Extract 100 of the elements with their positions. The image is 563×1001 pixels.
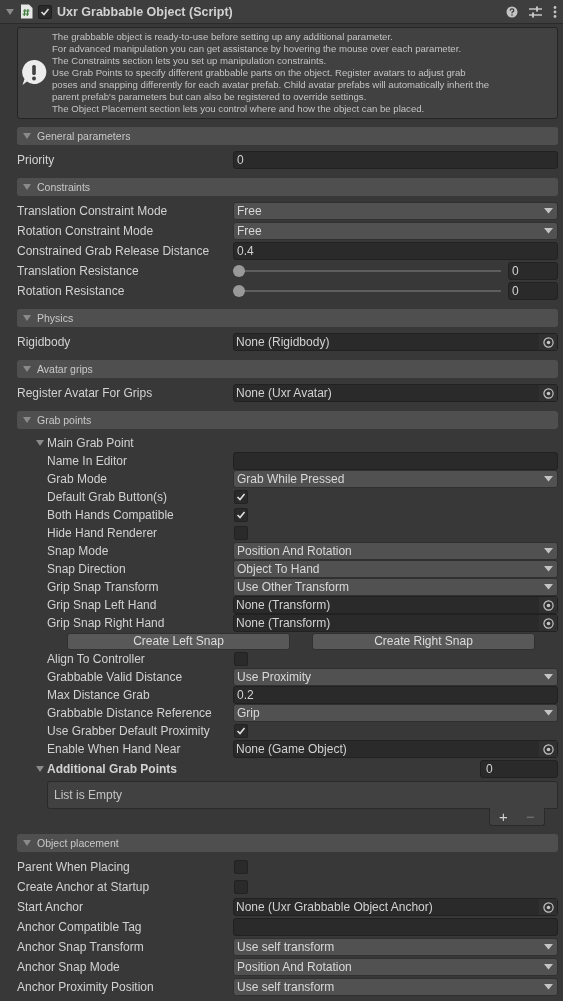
field-label: Register Avatar For Grips xyxy=(17,386,154,400)
object-picker-icon[interactable] xyxy=(542,599,554,611)
foldout-triangle-icon[interactable] xyxy=(35,764,45,774)
field-label: Grab Mode xyxy=(47,472,109,486)
field-label: Parent When Placing xyxy=(17,860,131,874)
field-label: Priority xyxy=(17,153,56,167)
object-field[interactable]: None (Transform) xyxy=(233,614,558,632)
field-label: Rotation Resistance xyxy=(17,284,126,298)
dropdown[interactable]: Use Proximity xyxy=(233,668,558,686)
field-label: Rotation Constraint Mode xyxy=(17,224,155,238)
dropdown[interactable]: Free xyxy=(233,222,558,240)
help-icon[interactable] xyxy=(506,5,518,18)
list-title: Additional Grab Points xyxy=(47,762,178,776)
caret-icon xyxy=(544,710,553,716)
field-label: Create Anchor at Startup xyxy=(17,880,151,894)
field-label: Grip Snap Left Hand xyxy=(47,598,158,612)
field-label: Snap Mode xyxy=(47,544,110,558)
create-snap-button[interactable]: Create Right Snap xyxy=(312,632,535,650)
enabled-checkbox[interactable] xyxy=(38,4,52,19)
foldout-triangle-icon[interactable] xyxy=(35,438,45,448)
field-label: Rigidbody xyxy=(17,335,72,349)
field-label: Anchor Snap Mode xyxy=(17,960,121,974)
foldout-triangle-icon[interactable] xyxy=(22,313,32,323)
caret-icon xyxy=(544,476,553,482)
section-title: Grab points xyxy=(37,414,92,426)
object-field[interactable]: None (Uxr Avatar) xyxy=(233,384,558,402)
field-label: Hide Hand Renderer xyxy=(47,526,159,540)
number-field[interactable]: 0.4 xyxy=(233,242,558,260)
caret-icon xyxy=(544,566,553,572)
sliders-icon[interactable] xyxy=(529,5,542,18)
dropdown[interactable]: Use Other Transform xyxy=(233,578,558,596)
field-label: Grabbable Distance Reference xyxy=(47,706,213,720)
empty-list-text: List is Empty xyxy=(54,788,122,802)
dropdown[interactable]: Use self transform xyxy=(233,978,558,996)
dropdown[interactable]: Position And Rotation xyxy=(233,958,558,976)
object-picker-icon[interactable] xyxy=(542,743,554,755)
section-header[interactable]: Physics xyxy=(17,309,558,327)
field-label: Grip Snap Transform xyxy=(47,580,160,594)
text-field[interactable] xyxy=(233,452,558,470)
number-field[interactable]: 0 xyxy=(508,282,558,300)
caret-icon xyxy=(544,584,553,590)
section-title: Object placement xyxy=(37,837,119,849)
section-header[interactable]: Object placement xyxy=(17,834,558,852)
dropdown[interactable]: Free xyxy=(233,202,558,220)
checkbox[interactable] xyxy=(234,508,248,522)
slider-thumb[interactable] xyxy=(233,285,245,297)
add-button[interactable]: + xyxy=(496,809,511,824)
checkbox[interactable] xyxy=(234,490,248,504)
number-field[interactable]: 0.2 xyxy=(233,686,558,704)
field-label: Snap Direction xyxy=(47,562,127,576)
foldout-triangle-icon[interactable] xyxy=(22,838,32,848)
dropdown[interactable]: Grip xyxy=(233,704,558,722)
foldout-triangle-icon[interactable] xyxy=(22,182,32,192)
object-picker-icon[interactable] xyxy=(542,617,554,629)
object-field[interactable]: None (Uxr Grabbable Object Anchor) xyxy=(233,898,558,916)
object-field[interactable]: None (Transform) xyxy=(233,596,558,614)
dropdown[interactable]: Grab While Pressed xyxy=(233,470,558,488)
caret-icon xyxy=(544,674,553,680)
caret-icon xyxy=(544,548,553,554)
foldout-triangle-icon[interactable] xyxy=(22,415,32,425)
foldout-triangle-icon[interactable] xyxy=(22,364,32,374)
section-header[interactable]: General parameters xyxy=(17,127,558,145)
object-field[interactable]: None (Game Object) xyxy=(233,740,558,758)
field-label: Max Distance Grab xyxy=(47,688,151,702)
field-label: Constrained Grab Release Distance xyxy=(17,244,211,258)
slider-thumb[interactable] xyxy=(233,265,245,277)
help-text: The grabbable object is ready-to-use before setting up any additional parameter. For advanced manipulation you can get assistance by hovering the mouse over each parameter. The Constraints section lets you set up manipulation constraints. Use Grab Points to specify different grabbable parts on the object. Register avatars to adjust grab poses and snapping differently for each avatar prefab. Child avatar prefabs will automatically inherit the parent prefab's parameters but can also be registered to override settings. The Object Placement section lets you control where and how the object can be placed. xyxy=(52,31,490,115)
number-field[interactable]: 0 xyxy=(508,262,558,280)
dropdown[interactable]: Use self transform xyxy=(233,938,558,956)
component-title: Uxr Grabbable Object (Script) xyxy=(57,4,234,19)
create-snap-button[interactable]: Create Left Snap xyxy=(67,632,290,650)
field-label: Start Anchor xyxy=(17,900,85,914)
group-title: Main Grab Point xyxy=(47,436,134,450)
field-label: Anchor Proximity Position xyxy=(17,980,155,994)
section-header[interactable]: Avatar grips xyxy=(17,360,558,378)
caret-icon xyxy=(544,208,553,214)
field-label: Grabbable Valid Distance xyxy=(47,670,184,684)
list-size-field[interactable]: 0 xyxy=(480,760,558,778)
field-label: Default Grab Button(s) xyxy=(47,490,169,504)
object-field[interactable]: None (Rigidbody) xyxy=(233,333,558,351)
caret-icon xyxy=(544,944,553,950)
exclamation-bubble-icon xyxy=(21,59,47,87)
more-icon[interactable] xyxy=(553,5,557,18)
field-label: Translation Constraint Mode xyxy=(17,204,169,218)
checkbox[interactable] xyxy=(234,724,248,738)
dropdown[interactable]: Object To Hand xyxy=(233,560,558,578)
field-label: Grip Snap Right Hand xyxy=(47,616,166,630)
object-picker-icon[interactable] xyxy=(542,901,554,913)
section-title: Avatar grips xyxy=(37,363,93,375)
foldout-triangle-icon[interactable] xyxy=(5,6,15,17)
section-header[interactable]: Grab points xyxy=(17,411,558,429)
field-label: Use Grabber Default Proximity xyxy=(47,724,211,738)
section-header[interactable]: Constraints xyxy=(17,178,558,196)
foldout-triangle-icon[interactable] xyxy=(22,131,32,141)
object-picker-icon[interactable] xyxy=(542,336,554,348)
caret-icon xyxy=(544,228,553,234)
object-picker-icon[interactable] xyxy=(542,387,554,399)
caret-icon xyxy=(544,984,553,990)
dropdown[interactable]: Position And Rotation xyxy=(233,542,558,560)
number-field[interactable]: 0 xyxy=(233,151,558,169)
